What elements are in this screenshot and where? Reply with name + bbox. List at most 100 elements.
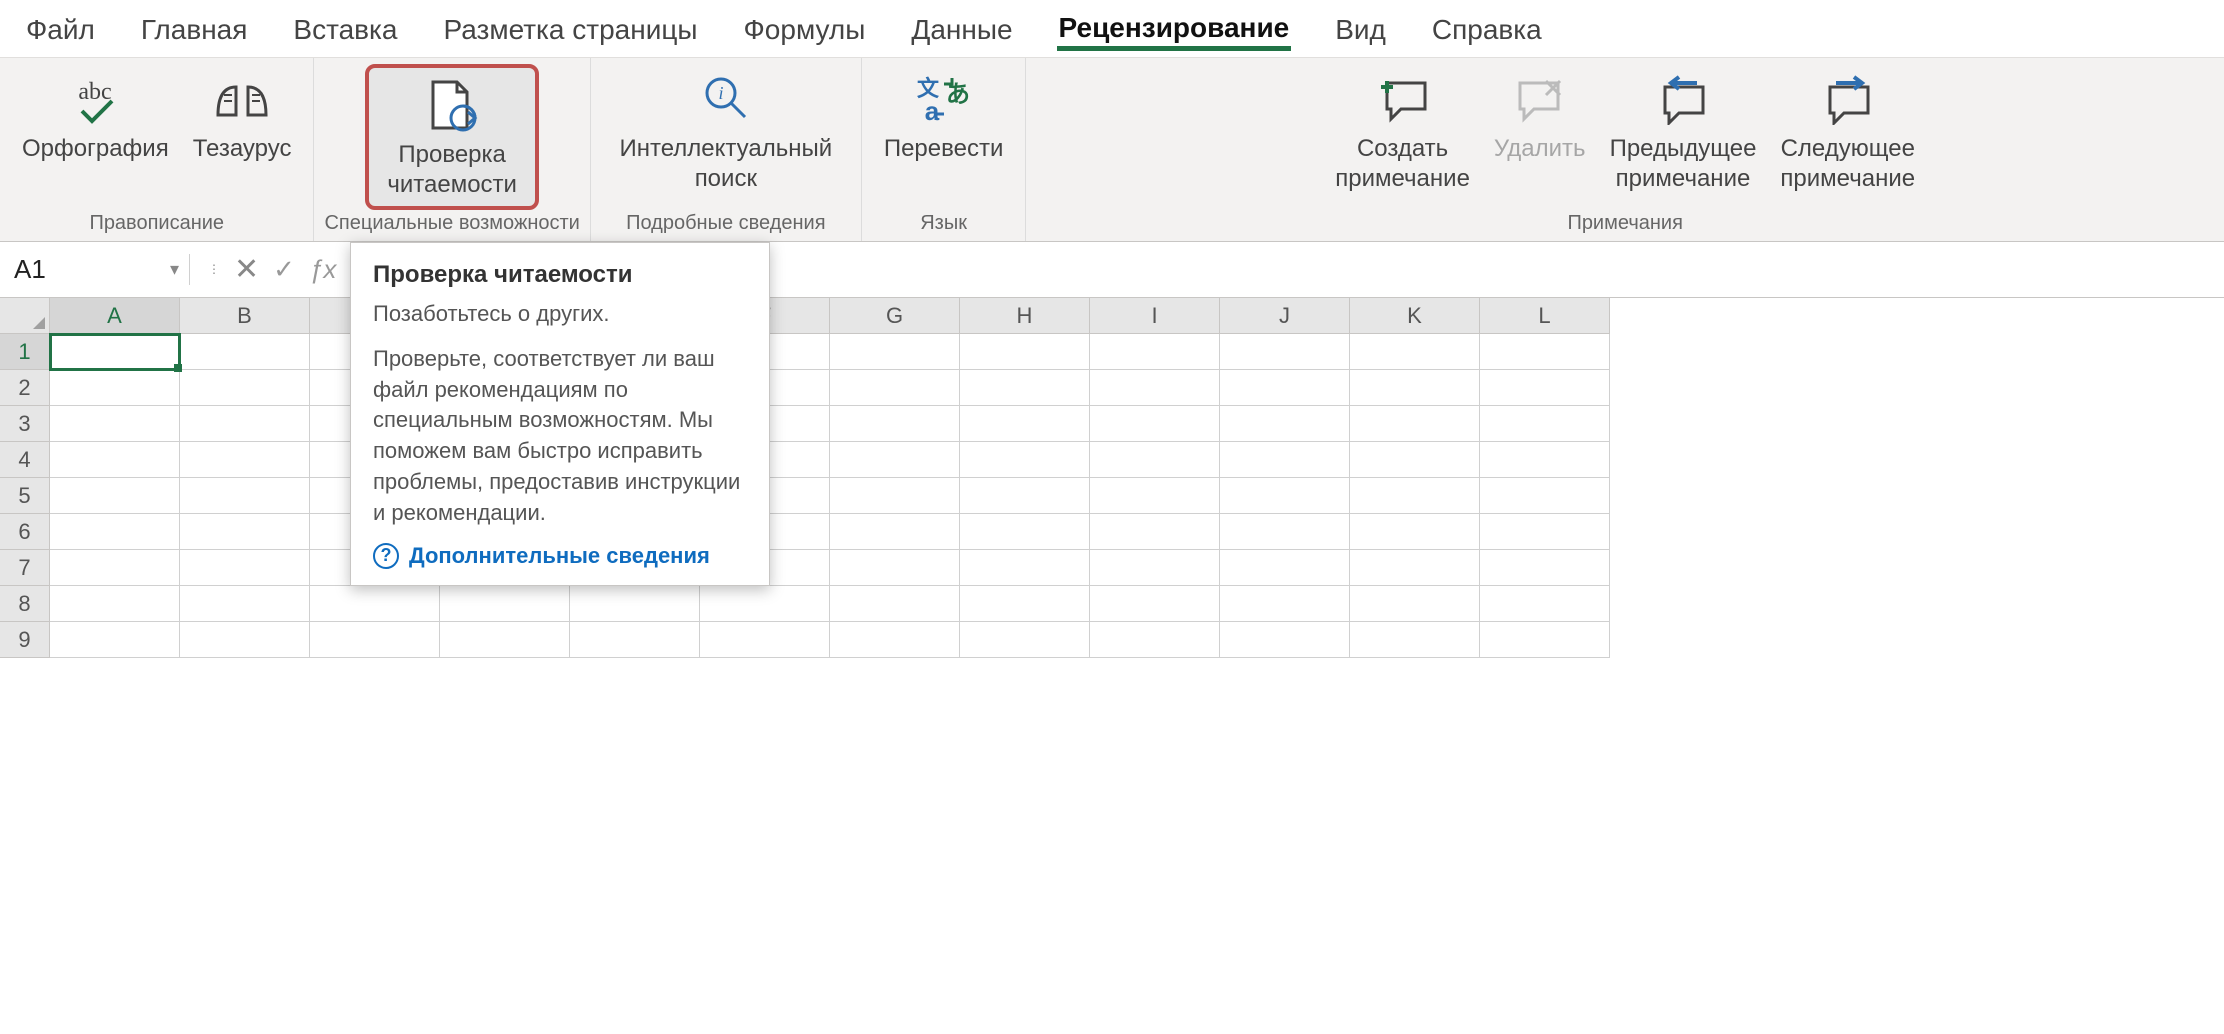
row-header-8[interactable]: 8: [0, 586, 50, 622]
cell-L3[interactable]: [1480, 406, 1610, 442]
cell-C8[interactable]: [310, 586, 440, 622]
menu-review[interactable]: Рецензирование: [1057, 8, 1292, 51]
smart-lookup-button[interactable]: i Интеллектуальный поиск: [601, 64, 851, 198]
cell-H9[interactable]: [960, 622, 1090, 658]
cell-B4[interactable]: [180, 442, 310, 478]
cell-A7[interactable]: [50, 550, 180, 586]
cell-H5[interactable]: [960, 478, 1090, 514]
cell-L4[interactable]: [1480, 442, 1610, 478]
column-header-A[interactable]: A: [50, 298, 180, 334]
cell-K1[interactable]: [1350, 334, 1480, 370]
menu-file[interactable]: Файл: [24, 10, 97, 50]
menu-insert[interactable]: Вставка: [291, 10, 399, 50]
cell-H4[interactable]: [960, 442, 1090, 478]
cancel-entry-button[interactable]: ✕: [234, 252, 259, 287]
cell-A8[interactable]: [50, 586, 180, 622]
select-all-button[interactable]: [0, 298, 50, 334]
cell-B2[interactable]: [180, 370, 310, 406]
cell-I8[interactable]: [1090, 586, 1220, 622]
column-header-B[interactable]: B: [180, 298, 310, 334]
cell-F8[interactable]: [700, 586, 830, 622]
cell-F9[interactable]: [700, 622, 830, 658]
cell-D9[interactable]: [440, 622, 570, 658]
cell-A4[interactable]: [50, 442, 180, 478]
cell-G2[interactable]: [830, 370, 960, 406]
translate-button[interactable]: 文 a あ Перевести: [872, 64, 1016, 168]
cell-J8[interactable]: [1220, 586, 1350, 622]
cell-I4[interactable]: [1090, 442, 1220, 478]
cell-H7[interactable]: [960, 550, 1090, 586]
cell-G1[interactable]: [830, 334, 960, 370]
cell-B7[interactable]: [180, 550, 310, 586]
column-header-G[interactable]: G: [830, 298, 960, 334]
cell-I3[interactable]: [1090, 406, 1220, 442]
menu-help[interactable]: Справка: [1430, 10, 1544, 50]
cell-J5[interactable]: [1220, 478, 1350, 514]
cell-H1[interactable]: [960, 334, 1090, 370]
cell-K9[interactable]: [1350, 622, 1480, 658]
cell-G5[interactable]: [830, 478, 960, 514]
cell-K7[interactable]: [1350, 550, 1480, 586]
insert-function-button[interactable]: ƒx: [309, 254, 336, 285]
cell-K3[interactable]: [1350, 406, 1480, 442]
column-header-I[interactable]: I: [1090, 298, 1220, 334]
column-header-L[interactable]: L: [1480, 298, 1610, 334]
cell-E8[interactable]: [570, 586, 700, 622]
column-header-J[interactable]: J: [1220, 298, 1350, 334]
cell-K6[interactable]: [1350, 514, 1480, 550]
cell-A1[interactable]: [50, 334, 180, 370]
cell-C9[interactable]: [310, 622, 440, 658]
cell-G3[interactable]: [830, 406, 960, 442]
row-header-4[interactable]: 4: [0, 442, 50, 478]
cell-B1[interactable]: [180, 334, 310, 370]
cell-K4[interactable]: [1350, 442, 1480, 478]
menu-page-layout[interactable]: Разметка страницы: [442, 10, 700, 50]
cell-J6[interactable]: [1220, 514, 1350, 550]
cell-I5[interactable]: [1090, 478, 1220, 514]
cell-H2[interactable]: [960, 370, 1090, 406]
row-header-2[interactable]: 2: [0, 370, 50, 406]
cell-G7[interactable]: [830, 550, 960, 586]
name-box[interactable]: A1 ▾: [0, 254, 190, 285]
column-header-K[interactable]: K: [1350, 298, 1480, 334]
menu-view[interactable]: Вид: [1333, 10, 1388, 50]
cell-J7[interactable]: [1220, 550, 1350, 586]
spreadsheet-grid[interactable]: ABCDEFGHIJKL123456789: [0, 298, 2224, 658]
cell-G9[interactable]: [830, 622, 960, 658]
cell-G4[interactable]: [830, 442, 960, 478]
new-comment-button[interactable]: Создать примечание: [1323, 64, 1482, 198]
row-header-1[interactable]: 1: [0, 334, 50, 370]
cell-B5[interactable]: [180, 478, 310, 514]
cell-I1[interactable]: [1090, 334, 1220, 370]
cell-I9[interactable]: [1090, 622, 1220, 658]
menu-data[interactable]: Данные: [909, 10, 1014, 50]
cell-A6[interactable]: [50, 514, 180, 550]
menu-home[interactable]: Главная: [139, 10, 250, 50]
cell-H3[interactable]: [960, 406, 1090, 442]
cell-A5[interactable]: [50, 478, 180, 514]
cell-G6[interactable]: [830, 514, 960, 550]
tooltip-more-link[interactable]: ? Дополнительные сведения: [373, 543, 747, 569]
drag-handle-icon[interactable]: ⋮: [208, 266, 220, 273]
thesaurus-button[interactable]: Тезаурус: [181, 64, 304, 168]
cell-H6[interactable]: [960, 514, 1090, 550]
cell-A2[interactable]: [50, 370, 180, 406]
next-comment-button[interactable]: Следующее примечание: [1768, 64, 1927, 198]
cell-B8[interactable]: [180, 586, 310, 622]
cell-L1[interactable]: [1480, 334, 1610, 370]
cell-L2[interactable]: [1480, 370, 1610, 406]
cell-A9[interactable]: [50, 622, 180, 658]
column-header-H[interactable]: H: [960, 298, 1090, 334]
cell-D8[interactable]: [440, 586, 570, 622]
row-header-7[interactable]: 7: [0, 550, 50, 586]
cell-K5[interactable]: [1350, 478, 1480, 514]
row-header-3[interactable]: 3: [0, 406, 50, 442]
cell-I2[interactable]: [1090, 370, 1220, 406]
cell-J9[interactable]: [1220, 622, 1350, 658]
cell-B3[interactable]: [180, 406, 310, 442]
prev-comment-button[interactable]: Предыдущее примечание: [1598, 64, 1769, 198]
cell-L8[interactable]: [1480, 586, 1610, 622]
cell-J2[interactable]: [1220, 370, 1350, 406]
cell-K8[interactable]: [1350, 586, 1480, 622]
cell-I6[interactable]: [1090, 514, 1220, 550]
